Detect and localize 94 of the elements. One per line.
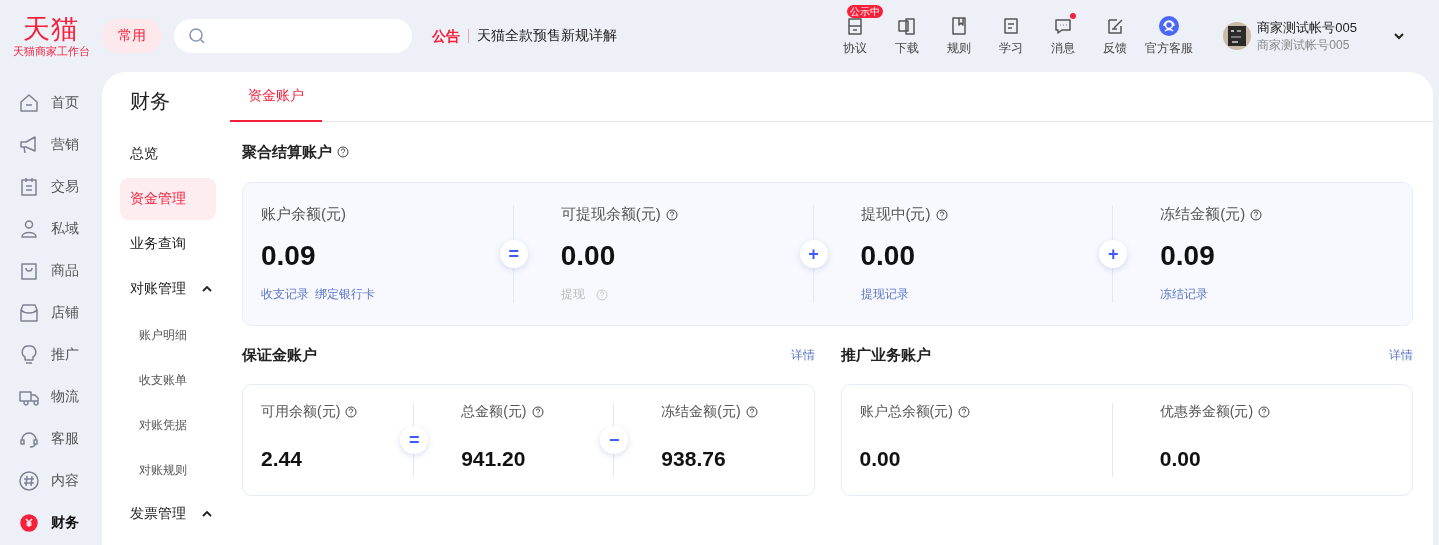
nav-item[interactable]: 推广 [51, 346, 79, 364]
operator-sign: + [1099, 240, 1128, 268]
metric-value: 0.09 [261, 240, 317, 272]
chat-icon[interactable] [1053, 16, 1074, 36]
feedback-icon[interactable] [1105, 16, 1126, 36]
metric-value: 941.20 [461, 447, 527, 471]
help-icon[interactable] [1258, 406, 1271, 418]
help-icon[interactable] [665, 208, 678, 221]
help-icon[interactable] [1250, 208, 1263, 221]
toolbar-link[interactable]: 官方客服 [1145, 40, 1194, 57]
toolbar-link[interactable]: 反馈 [1103, 40, 1128, 57]
metric-label: 可用余额(元) [261, 403, 341, 421]
metric-label: 优惠券金额(元) [1159, 403, 1254, 421]
record-link[interactable]: 冻结记录 [1160, 286, 1209, 303]
account-name: 商家测试帐号005 [1257, 18, 1357, 37]
help-icon[interactable] [345, 406, 358, 418]
brand-logo[interactable]: 天猫 [23, 13, 79, 44]
toolbar-link[interactable]: 学习 [999, 40, 1024, 57]
subnav-child-item[interactable]: 账户明细 [120, 313, 216, 358]
subnav-child-item[interactable]: 收支账单 [120, 358, 216, 403]
subnav-child-item[interactable]: 对账规则 [120, 448, 216, 493]
section-title: 财务 [129, 89, 171, 114]
clipboard-icon[interactable] [18, 176, 40, 198]
nav-item[interactable]: 营销 [51, 136, 79, 154]
metric-value: 0.00 [860, 240, 916, 272]
support-agent-icon[interactable] [1159, 16, 1180, 36]
nav-item[interactable]: 内容 [51, 472, 79, 490]
help-icon[interactable] [337, 146, 349, 158]
metric-label: 可提现余额(元) [560, 205, 661, 224]
operator-sign: = [400, 426, 429, 454]
toolbar-link[interactable]: 消息 [1051, 40, 1076, 57]
toolbar-link[interactable]: 协议 [843, 40, 868, 57]
store-icon[interactable] [18, 302, 40, 324]
metric-value: 2.44 [261, 447, 303, 471]
nav-item[interactable]: 交易 [51, 178, 79, 196]
nav-item[interactable]: 客服 [51, 430, 79, 448]
metric-value: 938.76 [661, 447, 727, 471]
help-icon[interactable] [957, 406, 970, 418]
nav-item[interactable]: 财务 [51, 514, 79, 532]
metric-label: 冻结金额(元) [661, 403, 741, 421]
tab[interactable]: 资金账户 [230, 72, 322, 122]
nav-item[interactable]: 商品 [51, 262, 79, 280]
search-icon [188, 27, 206, 45]
details-link[interactable]: 详情 [1389, 346, 1413, 364]
record-link[interactable]: 提现记录 [860, 286, 909, 303]
frequent-button[interactable]: 常用 [102, 19, 162, 53]
caret-icon[interactable] [202, 511, 212, 517]
notice-label: 公告 [432, 29, 469, 43]
toolbar-link[interactable]: 下载 [895, 40, 920, 57]
metric-label: 账户余额(元) [261, 205, 346, 224]
metric-label: 账户总余额(元) [859, 403, 953, 421]
account-title: 推广业务账户 [840, 345, 931, 365]
metric-label: 冻结金额(元) [1160, 205, 1246, 224]
record-link[interactable]: 收支记录 [261, 286, 309, 303]
help-icon[interactable] [935, 208, 948, 221]
subnav-item[interactable]: 对账管理 [120, 268, 216, 310]
metric-value: 0.00 [560, 240, 617, 272]
search-field[interactable] [174, 19, 412, 53]
metric-value: 0.00 [1159, 447, 1202, 471]
bag-icon[interactable] [18, 260, 40, 282]
account-title: 保证金账户 [242, 345, 317, 365]
subnav-child-item[interactable]: 对账凭据 [120, 403, 216, 448]
nav-item[interactable]: 私域 [51, 220, 79, 238]
account-id: 商家测试帐号005 [1257, 36, 1351, 54]
toolbar-link[interactable]: 规则 [947, 40, 972, 57]
hash-icon[interactable] [18, 470, 40, 492]
account-title: 聚合结算账户 [242, 142, 332, 162]
nav-item[interactable]: 首页 [51, 94, 79, 112]
subnav-item[interactable]: 资金管理 [120, 178, 216, 220]
nav-item[interactable]: 物流 [51, 388, 79, 406]
chevron-down-icon[interactable] [1393, 32, 1405, 40]
status-badge: 公示中 [847, 5, 884, 18]
nav-item[interactable]: 店铺 [51, 304, 79, 322]
logo-subtitle: 天猫商家工作台 [12, 43, 90, 59]
subnav-item[interactable]: 业务查询 [120, 223, 216, 265]
help-icon[interactable] [531, 406, 544, 418]
caret-icon[interactable] [202, 286, 212, 292]
record-link[interactable]: 绑定银行卡 [315, 286, 375, 303]
details-link[interactable]: 详情 [790, 346, 815, 364]
metric-value: 0.09 [1160, 240, 1216, 272]
metric-label: 提现中(元) [860, 205, 931, 224]
home-icon[interactable] [18, 92, 40, 114]
yuan-icon[interactable] [18, 512, 40, 534]
bulb-icon[interactable] [18, 344, 40, 366]
notice-link[interactable]: 天猫全款预售新规详解 [477, 27, 617, 45]
subnav-item[interactable]: 总览 [120, 133, 216, 175]
operator-sign: + [799, 240, 828, 268]
metric-value: 0.00 [859, 447, 902, 471]
operator-sign: − [600, 426, 629, 454]
help-icon[interactable] [745, 406, 758, 418]
operator-sign: = [499, 240, 528, 268]
devices-icon[interactable] [897, 16, 918, 36]
metric-label: 总金额(元) [461, 403, 527, 421]
subnav-item[interactable]: 发票管理 [120, 493, 216, 535]
